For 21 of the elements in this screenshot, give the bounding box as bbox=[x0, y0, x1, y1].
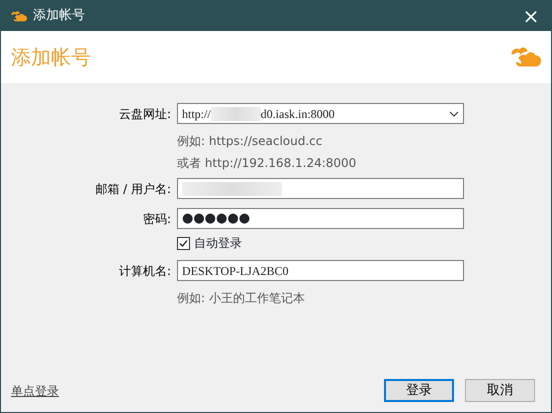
dialog-button[interactable]: 取消 bbox=[465, 379, 535, 402]
computer-name-field[interactable]: DESKTOP-LJA2BC0 bbox=[177, 260, 464, 281]
example-hint: 或者 http://192.168.1.24:8000 bbox=[177, 155, 358, 168]
field-label: 密码: bbox=[142, 210, 171, 228]
example-hint: 例如: https://seacloud.cc bbox=[177, 133, 324, 146]
server-url-combobox[interactable]: http:// d0.iask.in:8000 bbox=[177, 103, 464, 124]
dropdown-caret-icon bbox=[449, 110, 459, 116]
window-title: 添加帐号 bbox=[33, 7, 85, 26]
field-label: 云盘网址: bbox=[118, 106, 171, 122]
dialog-heading: 添加帐号 bbox=[11, 44, 91, 71]
close-button[interactable]: × bbox=[511, 1, 551, 31]
field-label: 邮箱 / 用户名: bbox=[94, 180, 171, 198]
example-hint: 例如: 小王的工作笔记本 bbox=[177, 290, 306, 303]
checkbox-label: 自动登录 bbox=[194, 235, 242, 252]
password-field[interactable]: ●●●●●● bbox=[177, 208, 464, 229]
single-sign-on-link[interactable]: 单点登录 bbox=[11, 382, 59, 400]
dialog-button[interactable]: 登录 bbox=[384, 379, 454, 402]
auto-login-checkbox[interactable] bbox=[177, 236, 190, 250]
username-field[interactable] bbox=[177, 178, 464, 199]
field-label: 计算机名: bbox=[118, 262, 171, 280]
app-logo-icon bbox=[9, 10, 27, 22]
